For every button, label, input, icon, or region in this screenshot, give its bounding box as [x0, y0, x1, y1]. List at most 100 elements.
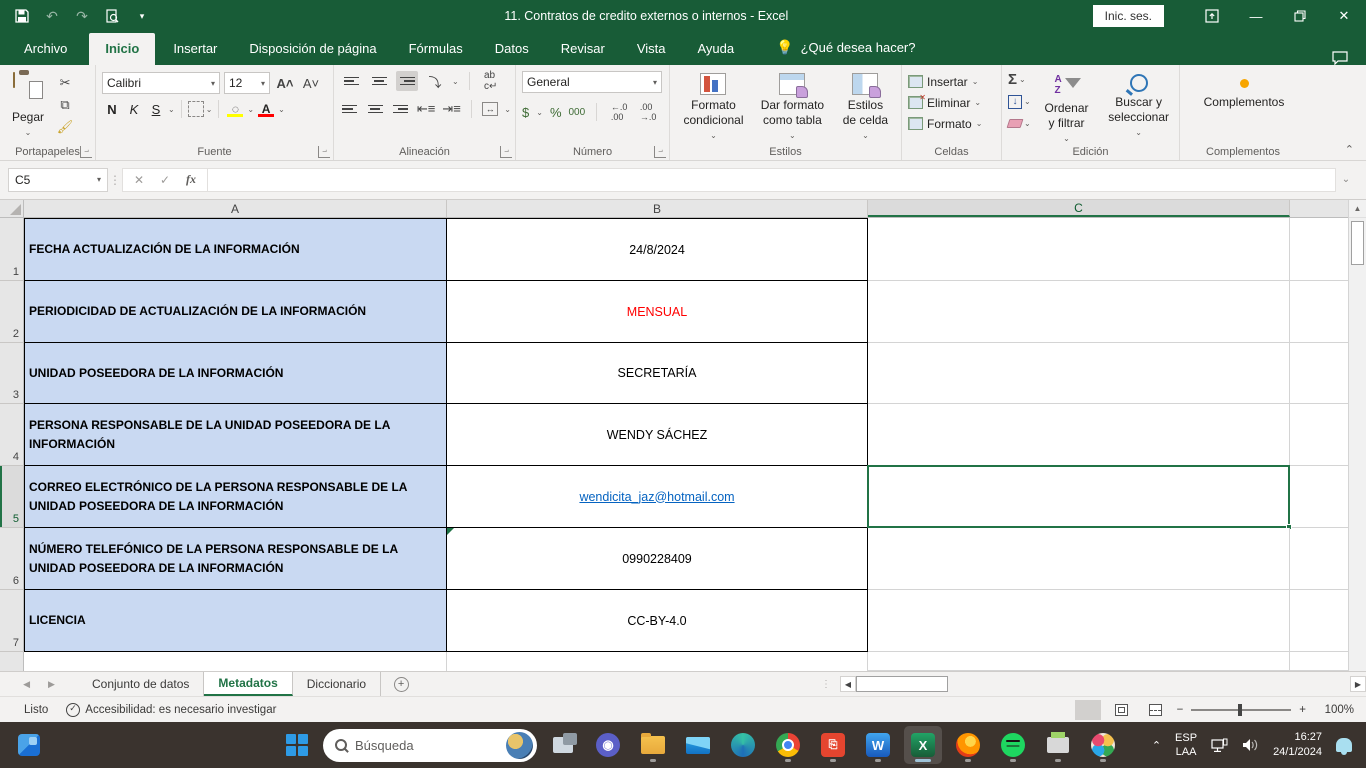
cell-c5-selected[interactable]: [868, 466, 1290, 528]
underline-button[interactable]: S: [146, 102, 166, 117]
cell-a2[interactable]: PERIODICIDAD DE ACTUALIZACIÓN DE LA INFO…: [24, 281, 447, 343]
pdf-app-button[interactable]: ⎘: [814, 726, 852, 764]
feedback-icon[interactable]: [1332, 51, 1348, 65]
name-box[interactable]: C5▾: [8, 168, 108, 192]
sheet-nav-right-icon[interactable]: ▶: [48, 679, 55, 690]
sort-filter-button[interactable]: AZ Ordenar y filtrar⌄: [1037, 70, 1097, 147]
clipboard-dialog-launcher-icon[interactable]: [80, 146, 92, 158]
close-button[interactable]: ✕: [1322, 0, 1366, 32]
number-dialog-launcher-icon[interactable]: [654, 146, 666, 158]
file-explorer-button[interactable]: [634, 726, 672, 764]
cell-a6[interactable]: NÚMERO TELEFÓNICO DE LA PERSONA RESPONSA…: [24, 528, 447, 590]
tray-expand-icon[interactable]: ⌃: [1152, 739, 1161, 752]
addins-button[interactable]: Complementos: [1186, 69, 1302, 114]
paste-button[interactable]: Pegar ⌄: [6, 69, 50, 141]
cell-d2[interactable]: [1290, 281, 1348, 343]
align-bottom-icon[interactable]: [396, 71, 418, 91]
cell-c3[interactable]: [868, 343, 1290, 404]
cell-b3[interactable]: SECRETARÍA: [447, 343, 868, 404]
bold-button[interactable]: N: [102, 102, 122, 117]
fill-color-caret-icon[interactable]: ⌄: [247, 105, 254, 114]
cell-c1[interactable]: [868, 218, 1290, 281]
borders-icon[interactable]: [188, 101, 204, 117]
increase-indent-icon[interactable]: ⇥≡: [442, 99, 461, 119]
normal-view-button[interactable]: [1075, 700, 1101, 720]
redo-icon[interactable]: ↷: [74, 8, 90, 24]
minimize-button[interactable]: —: [1234, 0, 1278, 32]
tab-disposicion[interactable]: Disposición de página: [233, 33, 392, 65]
fill-button[interactable]: ↓⌄: [1008, 92, 1031, 111]
clear-button[interactable]: ⌄: [1008, 114, 1031, 133]
delete-cells-button[interactable]: Eliminar⌄: [908, 92, 997, 113]
tab-vista[interactable]: Vista: [621, 33, 682, 65]
search-highlight-image[interactable]: [506, 732, 533, 759]
cell-c2[interactable]: [868, 281, 1290, 343]
task-view-button[interactable]: [544, 726, 582, 764]
qat-customize-icon[interactable]: ▾: [134, 8, 150, 24]
tab-insertar[interactable]: Insertar: [157, 33, 233, 65]
column-header-c[interactable]: C: [868, 200, 1290, 217]
decrease-indent-icon[interactable]: ⇤≡: [416, 99, 435, 119]
wrap-text-icon[interactable]: abc↵: [480, 71, 502, 91]
format-as-table-button[interactable]: Dar formato como tabla⌄: [751, 69, 834, 144]
tab-datos[interactable]: Datos: [479, 33, 545, 65]
sheet-tab-diccionario[interactable]: Diccionario: [293, 672, 381, 696]
cell-b6[interactable]: 0990228409: [447, 528, 868, 590]
currency-caret-icon[interactable]: ⌄: [536, 108, 543, 117]
orientation-icon[interactable]: ⤵: [424, 71, 446, 91]
cell-d6[interactable]: [1290, 528, 1348, 590]
align-right-icon[interactable]: [391, 99, 410, 119]
cell-b1[interactable]: 24/8/2024: [447, 218, 868, 281]
taskbar-search[interactable]: Búsqueda: [323, 729, 537, 762]
row-header-3[interactable]: 3: [0, 343, 24, 404]
horizontal-scroll-thumb[interactable]: [856, 676, 948, 692]
zoom-level[interactable]: 100%: [1314, 704, 1354, 716]
print-preview-icon[interactable]: [104, 8, 120, 24]
cell-d7[interactable]: [1290, 590, 1348, 652]
insert-cells-button[interactable]: Insertar⌄: [908, 71, 997, 92]
restore-button[interactable]: [1278, 0, 1322, 32]
excel-button[interactable]: X: [904, 726, 942, 764]
fill-color-button[interactable]: ◌: [225, 102, 245, 117]
ribbon-display-options-icon[interactable]: [1190, 0, 1234, 32]
merge-center-icon[interactable]: ↔: [482, 102, 498, 116]
vertical-scrollbar[interactable]: ▲: [1348, 200, 1366, 671]
column-header-d[interactable]: [1290, 200, 1348, 217]
zoom-slider-thumb[interactable]: [1238, 704, 1242, 716]
row-header-8[interactable]: [0, 652, 24, 671]
widgets-button[interactable]: [12, 728, 46, 762]
row-header-6[interactable]: 6: [0, 528, 24, 590]
alignment-dialog-launcher-icon[interactable]: [500, 146, 512, 158]
accessibility-status[interactable]: Accesibilidad: es necesario investigar: [66, 703, 276, 717]
collapse-ribbon-icon[interactable]: ⌃: [1345, 143, 1354, 156]
tab-inicio[interactable]: Inicio: [89, 33, 155, 65]
row-header-4[interactable]: 4: [0, 404, 24, 466]
clock[interactable]: 16:2724/1/2024: [1273, 730, 1322, 760]
word-button[interactable]: W: [859, 726, 897, 764]
comma-style-icon[interactable]: 000: [569, 107, 586, 118]
scroll-up-icon[interactable]: ▲: [1349, 200, 1366, 218]
cell-a5[interactable]: CORREO ELECTRÓNICO DE LA PERSONA RESPONS…: [24, 466, 447, 528]
spotify-button[interactable]: [994, 726, 1032, 764]
sheet-nav-left-icon[interactable]: ◀: [23, 679, 30, 690]
start-button[interactable]: [278, 726, 316, 764]
zoom-out-icon[interactable]: −: [1177, 704, 1184, 716]
cancel-icon[interactable]: ✕: [127, 173, 151, 187]
scroll-right-icon[interactable]: ▶: [1350, 676, 1366, 692]
select-all-corner[interactable]: [0, 200, 24, 217]
tab-archivo[interactable]: Archivo: [0, 33, 87, 65]
insert-function-icon[interactable]: fx: [179, 172, 203, 187]
cut-icon[interactable]: ✂: [54, 73, 76, 93]
column-header-a[interactable]: A: [24, 200, 447, 217]
vertical-scroll-thumb[interactable]: [1351, 221, 1364, 265]
mail-button[interactable]: [679, 726, 717, 764]
page-layout-view-button[interactable]: [1109, 700, 1135, 720]
row-header-7[interactable]: 7: [0, 590, 24, 652]
align-top-icon[interactable]: [340, 71, 362, 91]
cell-d3[interactable]: [1290, 343, 1348, 404]
tab-ayuda[interactable]: Ayuda: [682, 33, 751, 65]
page-break-view-button[interactable]: [1143, 700, 1169, 720]
italic-button[interactable]: K: [124, 102, 144, 117]
merge-caret-icon[interactable]: ⌄: [504, 105, 511, 114]
save-icon[interactable]: [14, 8, 30, 24]
